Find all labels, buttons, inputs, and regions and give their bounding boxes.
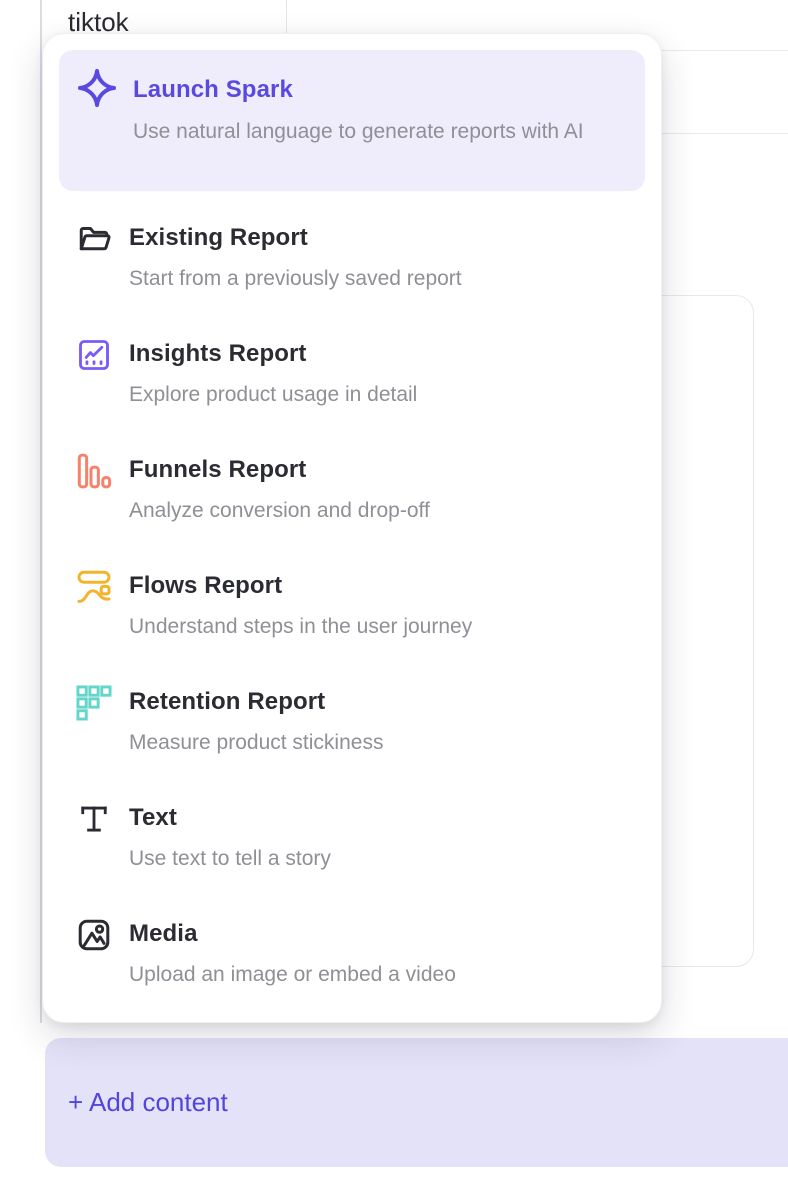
menu-item-retention-report[interactable]: Retention Report Measure product stickin…: [76, 687, 645, 757]
text-serif-icon: [76, 801, 112, 837]
page: { "page": { "background_text": "tiktok" …: [0, 0, 788, 1200]
flows-sankey-icon: [76, 569, 112, 605]
menu-item-insights-report[interactable]: Insights Report Explore product usage in…: [76, 339, 645, 409]
add-content-button[interactable]: + Add content: [45, 1038, 788, 1167]
menu-item-title: Retention Report: [129, 687, 383, 717]
add-content-menu-popover: Launch Spark Use natural language to gen…: [42, 33, 662, 1023]
background-row-border: [660, 133, 788, 134]
menu-item-title: Launch Spark: [133, 70, 584, 105]
menu-item-media[interactable]: Media Upload an image or embed a video: [76, 919, 645, 989]
menu-item-flows-report[interactable]: Flows Report Understand steps in the use…: [76, 571, 645, 641]
spark-icon: [77, 68, 117, 108]
funnels-bars-icon: [76, 453, 112, 489]
menu-item-funnels-report[interactable]: Funnels Report Analyze conversion and dr…: [76, 455, 645, 525]
menu-item-description: Analyze conversion and drop-off: [129, 496, 430, 525]
background-row-border: [660, 50, 788, 51]
menu-item-launch-spark[interactable]: Launch Spark Use natural language to gen…: [59, 50, 645, 191]
background-cell-text: tiktok: [68, 8, 129, 36]
menu-item-title: Flows Report: [129, 571, 472, 601]
menu-item-list: Existing Report Start from a previously …: [43, 223, 661, 989]
menu-item-text[interactable]: Text Use text to tell a story: [76, 803, 645, 873]
menu-item-description: Use natural language to generate reports…: [133, 115, 584, 149]
menu-item-description: Explore product usage in detail: [129, 380, 417, 409]
menu-item-description: Start from a previously saved report: [129, 264, 462, 293]
menu-item-description: Use text to tell a story: [129, 844, 331, 873]
retention-grid-icon: [76, 685, 112, 721]
menu-item-title: Existing Report: [129, 223, 462, 253]
menu-item-description: Measure product stickiness: [129, 728, 383, 757]
menu-item-title: Text: [129, 803, 331, 833]
background-column-border: [286, 0, 287, 36]
menu-item-existing-report[interactable]: Existing Report Start from a previously …: [76, 223, 645, 293]
menu-item-description: Understand steps in the user journey: [129, 612, 472, 641]
media-image-icon: [76, 917, 112, 953]
menu-item-description: Upload an image or embed a video: [129, 960, 456, 989]
menu-item-title: Funnels Report: [129, 455, 430, 485]
menu-item-title: Media: [129, 919, 456, 949]
menu-item-title: Insights Report: [129, 339, 417, 369]
open-folder-icon: [76, 221, 112, 257]
add-content-label: + Add content: [45, 1087, 228, 1118]
insights-line-chart-icon: [76, 337, 112, 373]
